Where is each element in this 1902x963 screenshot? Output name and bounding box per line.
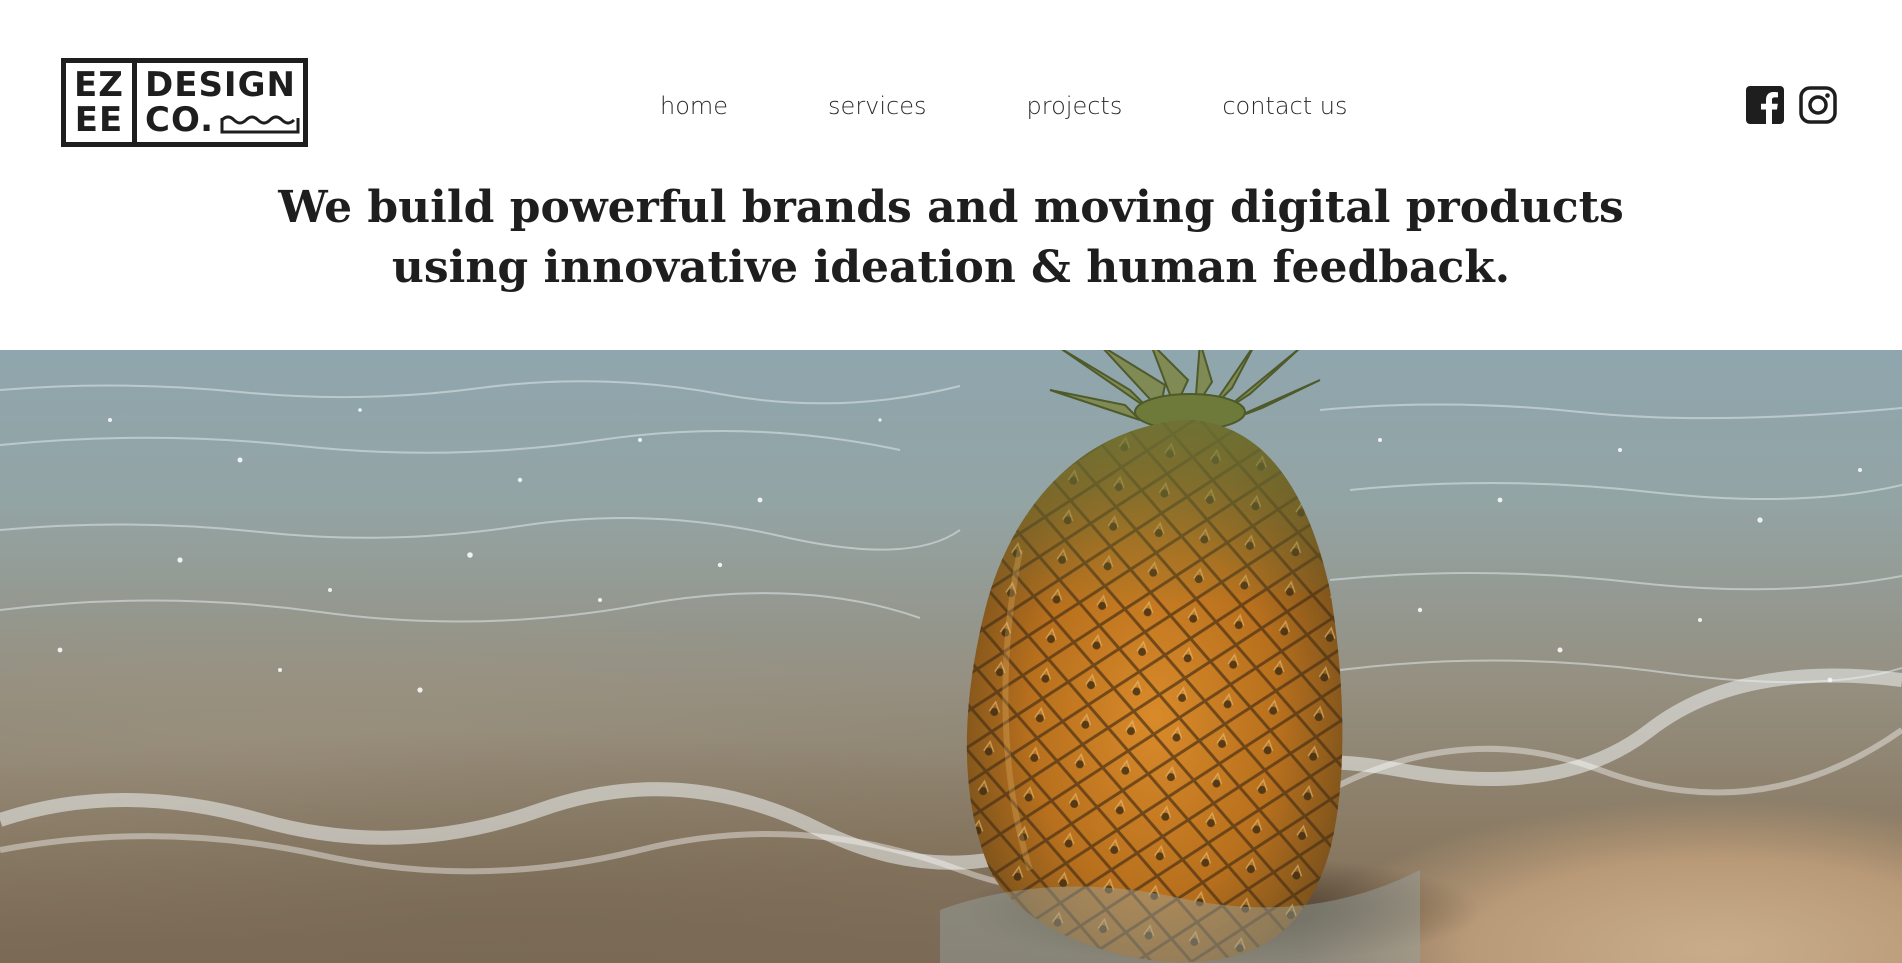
nav-home[interactable]: home bbox=[660, 92, 728, 120]
logo-text-ez: EZ bbox=[74, 64, 124, 105]
pineapple-on-beach-illustration bbox=[0, 350, 1902, 963]
wave-icon bbox=[220, 115, 300, 134]
tagline-line-1: We build powerful brands and moving digi… bbox=[278, 182, 1624, 233]
logo-co-row: CO. bbox=[145, 99, 303, 140]
site-header: EZ EE DESIGN CO. home services projects … bbox=[0, 0, 1902, 350]
nav-services[interactable]: services bbox=[828, 92, 926, 120]
logo-text-design: DESIGN bbox=[145, 64, 296, 105]
pineapple-body bbox=[966, 420, 1343, 963]
pineapple-crown bbox=[1049, 350, 1321, 431]
nav-contact-us[interactable]: contact us bbox=[1222, 92, 1347, 120]
logo-text-co: CO. bbox=[145, 99, 215, 140]
instagram-icon[interactable] bbox=[1799, 86, 1837, 124]
hero-tagline: We build powerful brands and moving digi… bbox=[0, 178, 1902, 298]
water-sparkles bbox=[57, 408, 1862, 693]
logo-left-block: EZ EE bbox=[66, 63, 137, 142]
main-nav: home services projects contact us bbox=[660, 92, 1348, 120]
logo-right-block: DESIGN CO. bbox=[137, 63, 303, 142]
hero-image bbox=[0, 350, 1902, 963]
logo-text-ee: EE bbox=[74, 99, 124, 140]
water-ripples bbox=[0, 380, 1902, 684]
tagline-line-2: using innovative ideation & human feedba… bbox=[391, 242, 1511, 293]
logo[interactable]: EZ EE DESIGN CO. bbox=[61, 58, 308, 147]
social-links bbox=[1731, 86, 1837, 124]
nav-projects[interactable]: projects bbox=[1027, 92, 1123, 120]
facebook-icon[interactable] bbox=[1746, 86, 1784, 124]
surf-foam bbox=[0, 668, 1902, 870]
